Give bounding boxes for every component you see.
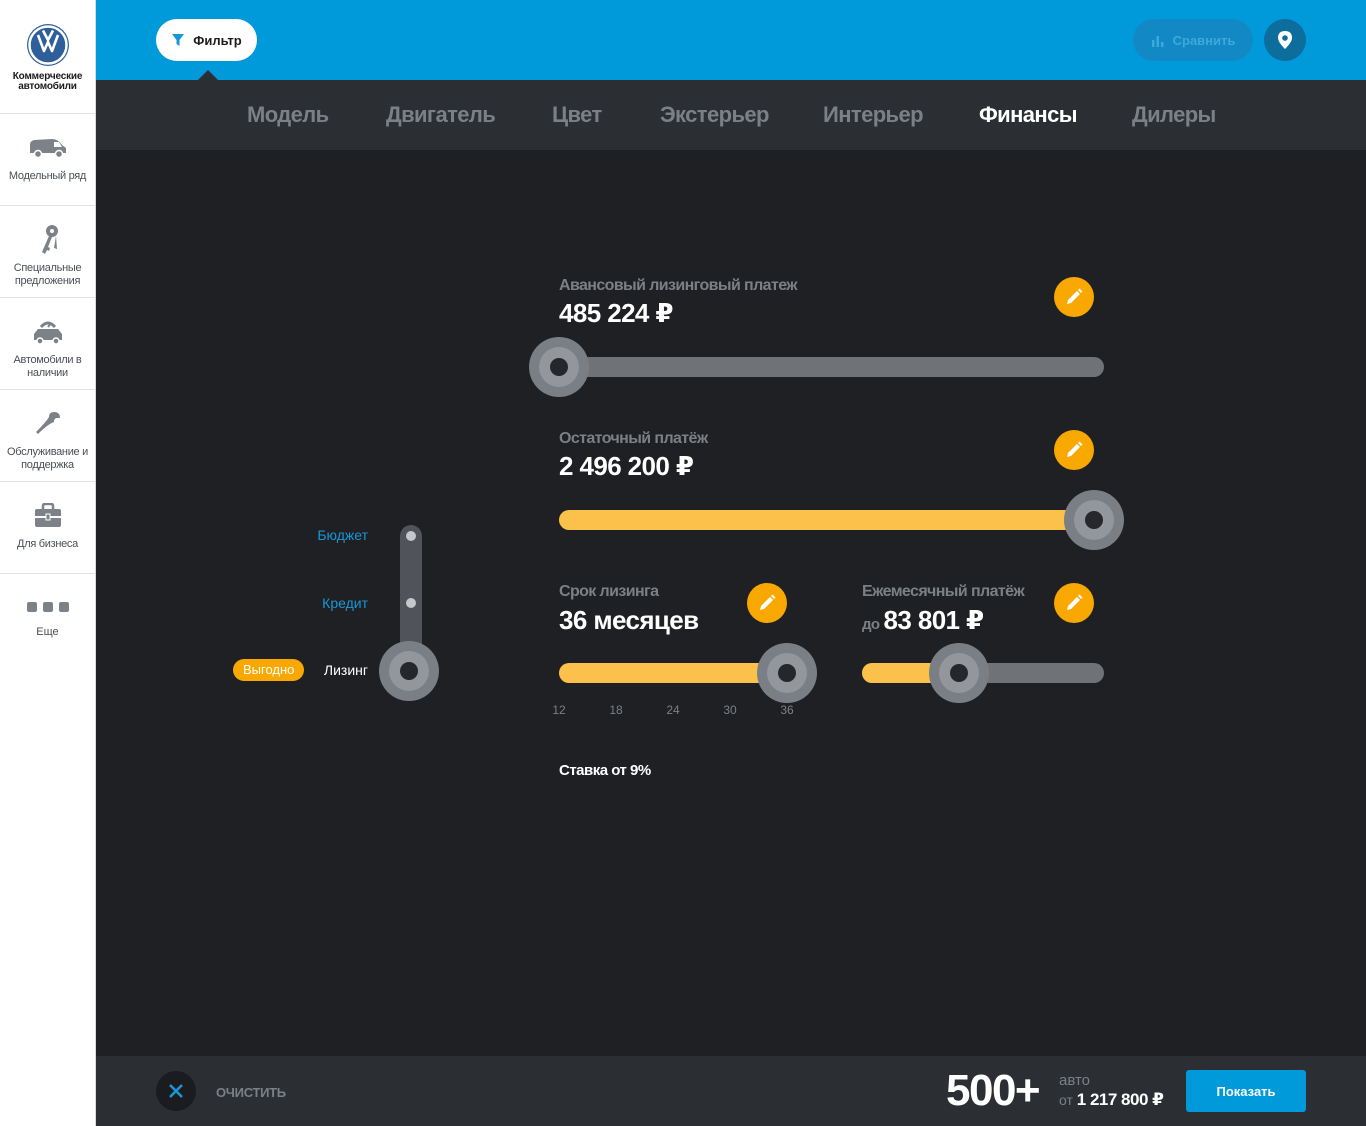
lease-term-thumb[interactable] <box>757 643 817 703</box>
location-button[interactable] <box>1264 19 1306 61</box>
mode-option-leasing[interactable]: Лизинг <box>324 662 368 678</box>
price-value: 1 217 800 ₽ <box>1076 1090 1164 1109</box>
tab-color[interactable]: Цвет <box>552 102 602 128</box>
results-unit: авто <box>1059 1072 1091 1089</box>
advance-payment-value: 485 224 ₽ <box>559 298 674 328</box>
finance-panel: Бюджет Кредит Выгодно Лизинг Авансовый л… <box>96 150 1366 1056</box>
sidebar-item-label: Специальные предложения <box>13 262 82 287</box>
wrench-icon <box>28 408 68 440</box>
price-prefix: от <box>1059 1092 1073 1108</box>
edit-monthly-payment-button[interactable] <box>1054 583 1094 623</box>
results-price: от 1 217 800 ₽ <box>1059 1090 1164 1110</box>
pencil-icon <box>1067 288 1083 304</box>
location-pin-icon <box>1278 31 1292 49</box>
advance-payment-label: Авансовый лизинговый платеж <box>559 277 798 294</box>
sidebar-item-in-stock[interactable]: Автомобили в наличии <box>0 298 95 390</box>
lease-term-tick[interactable]: 18 <box>601 703 631 717</box>
edit-advance-payment-button[interactable] <box>1054 277 1094 317</box>
pencil-icon <box>1067 441 1083 457</box>
bottom-bar: ОЧИСТИТЬ 500+ авто от 1 217 800 ₽ Показа… <box>96 1056 1366 1126</box>
close-icon <box>169 1084 183 1098</box>
residual-payment-thumb[interactable] <box>1064 490 1124 550</box>
clear-button[interactable] <box>156 1071 196 1111</box>
edit-residual-payment-button[interactable] <box>1054 430 1094 470</box>
sidebar-item-label: Автомобили в наличии <box>13 354 82 379</box>
sidebar-item-models[interactable]: Модельный ряд <box>0 114 95 206</box>
vw-logo <box>26 24 69 66</box>
filter-label: Фильтр <box>193 32 242 48</box>
residual-payment-value: 2 496 200 ₽ <box>559 451 694 481</box>
sidebar-item-label: Обслуживание и поддержка <box>7 446 88 471</box>
residual-payment-track[interactable] <box>559 510 1104 530</box>
pencil-icon <box>760 594 776 610</box>
sidebar-item-business[interactable]: Для бизнеса <box>0 482 95 574</box>
compare-button[interactable]: Сравнить <box>1133 19 1253 61</box>
advantage-badge: Выгодно <box>233 659 305 681</box>
filter-button[interactable]: Фильтр <box>156 19 257 61</box>
lease-term-tick[interactable]: 12 <box>544 703 574 717</box>
clear-label[interactable]: ОЧИСТИТЬ <box>216 1085 286 1100</box>
sidebar: Коммерческие автомобили Модельный ряд Сп… <box>0 0 96 1126</box>
advance-payment-track[interactable] <box>559 357 1104 377</box>
filter-caret <box>198 70 218 80</box>
filter-icon <box>172 34 185 46</box>
results-count: 500+ <box>946 1066 1041 1115</box>
tab-interior[interactable]: Интерьер <box>823 102 924 128</box>
mode-stop-credit[interactable] <box>406 598 416 608</box>
show-button[interactable]: Показать <box>1186 1070 1306 1112</box>
mode-option-credit[interactable]: Кредит <box>322 595 368 611</box>
mode-stop-budget[interactable] <box>406 531 416 541</box>
sidebar-more[interactable]: Еще <box>0 574 95 666</box>
monthly-payment-prefix: до <box>862 616 880 633</box>
brand-block[interactable]: Коммерческие автомобили <box>0 0 95 114</box>
brand-name: Коммерческие автомобили <box>12 71 83 92</box>
tabs-bar: Модель Двигатель Цвет Экстерьер Интерьер… <box>96 80 1366 150</box>
tab-model[interactable]: Модель <box>247 102 329 128</box>
keys-icon <box>28 224 68 256</box>
monthly-payment-value: до 83 801 ₽ <box>862 605 984 636</box>
lease-term-value: 36 месяцев <box>559 605 699 635</box>
lease-term-label: Срок лизинга <box>559 583 659 600</box>
compare-label: Сравнить <box>1172 32 1236 48</box>
monthly-payment-label: Ежемесячный платёж <box>862 583 1025 600</box>
sidebar-item-service[interactable]: Обслуживание и поддержка <box>0 390 95 482</box>
monthly-payment-amount: 83 801 ₽ <box>883 605 984 635</box>
rate-text: Ставка от 9% <box>559 762 651 779</box>
sidebar-item-label: Модельный ряд <box>8 170 87 182</box>
more-icon <box>26 602 69 612</box>
van-icon <box>28 132 68 164</box>
car-in-stock-icon <box>28 316 68 348</box>
sidebar-item-special-offers[interactable]: Специальные предложения <box>0 206 95 298</box>
sidebar-more-label: Еще <box>36 626 59 638</box>
mode-option-budget[interactable]: Бюджет <box>317 527 368 543</box>
bar-chart-icon <box>1151 36 1164 47</box>
tab-finance[interactable]: Финансы <box>979 102 1078 128</box>
residual-payment-label: Остаточный платёж <box>559 430 708 447</box>
tab-engine[interactable]: Двигатель <box>386 102 496 128</box>
top-bar: Фильтр Сравнить <box>96 0 1366 80</box>
sidebar-item-label: Для бизнеса <box>17 538 78 550</box>
pencil-icon <box>1067 594 1083 610</box>
lease-term-tick[interactable]: 30 <box>715 703 745 717</box>
mode-selector-thumb[interactable] <box>379 641 439 701</box>
lease-term-tick[interactable]: 36 <box>772 703 802 717</box>
monthly-payment-thumb[interactable] <box>929 643 989 703</box>
tab-dealers[interactable]: Дилеры <box>1132 102 1216 128</box>
tab-exterior[interactable]: Экстерьер <box>660 102 769 128</box>
edit-lease-term-button[interactable] <box>747 583 787 623</box>
briefcase-icon <box>28 500 68 532</box>
advance-payment-thumb[interactable] <box>529 337 589 397</box>
lease-term-tick[interactable]: 24 <box>658 703 688 717</box>
